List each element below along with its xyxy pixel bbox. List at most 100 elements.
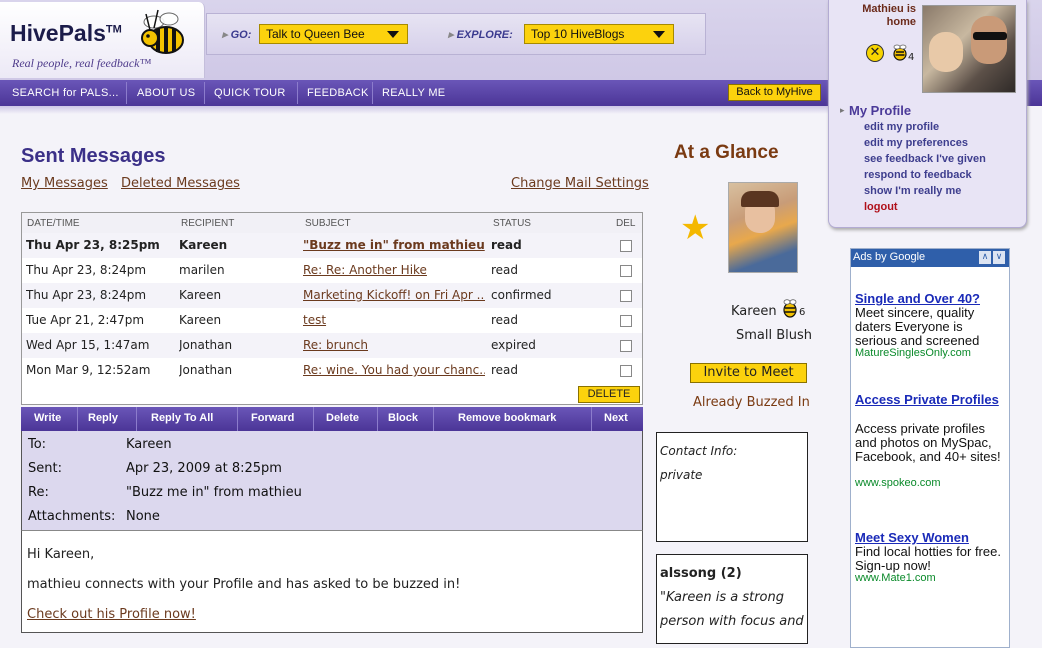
- go-select[interactable]: Talk to Queen Bee: [259, 24, 408, 44]
- logo[interactable]: HivePalsTM: [10, 20, 122, 47]
- row-checkbox[interactable]: [620, 290, 632, 302]
- edit-profile-link[interactable]: edit my profile: [864, 121, 939, 133]
- nav-about-us[interactable]: ABOUT US: [137, 87, 195, 99]
- ads-down-arrow-icon[interactable]: ∨: [993, 251, 1005, 264]
- row-subject-link[interactable]: test: [303, 313, 485, 327]
- row-recipient: Kareen: [179, 238, 228, 252]
- kareen-photo[interactable]: [728, 182, 798, 273]
- invite-to-meet-button[interactable]: Invite to Meet: [690, 363, 807, 383]
- remove-bookmark-button[interactable]: Remove bookmark: [458, 412, 556, 424]
- re-value: "Buzz me in" from mathieu: [126, 485, 302, 500]
- already-buzzed-status: Already Buzzed In: [693, 395, 810, 410]
- my-profile-heading[interactable]: My Profile: [849, 103, 911, 118]
- table-row[interactable]: Thu Apr 23, 8:24pm Kareen Marketing Kick…: [22, 283, 642, 308]
- quote-text-line1: "Kareen is a strong: [660, 590, 784, 605]
- close-x-icon[interactable]: ✕: [866, 44, 884, 62]
- table-row[interactable]: Wed Apr 15, 1:47am Jonathan Re: brunch e…: [22, 333, 642, 358]
- bee-logo-icon: [141, 9, 184, 54]
- go-bullet-icon: ▸: [222, 29, 231, 41]
- my-messages-link[interactable]: My Messages: [21, 176, 108, 191]
- kareen-hair: [741, 191, 779, 207]
- ad-url[interactable]: www.spokeo.com: [855, 477, 941, 489]
- quote-text-line2: person with focus and: [660, 614, 804, 629]
- edit-preferences-link[interactable]: edit my preferences: [864, 137, 968, 149]
- user-avatar[interactable]: [922, 5, 1016, 93]
- row-checkbox[interactable]: [620, 365, 632, 377]
- ad-url[interactable]: MatureSinglesOnly.com: [855, 347, 971, 359]
- ad-title[interactable]: Access Private Profiles: [855, 393, 1005, 407]
- back-to-myhive-button[interactable]: Back to MyHive: [728, 84, 821, 101]
- user-status: Mathieu is home: [838, 3, 916, 29]
- row-checkbox[interactable]: [620, 315, 632, 327]
- row-subject-link[interactable]: "Buzz me in" from mathieu: [303, 238, 485, 252]
- table-row[interactable]: Thu Apr 23, 8:25pm Kareen "Buzz me in" f…: [22, 233, 642, 258]
- reply-all-button[interactable]: Reply To All: [151, 412, 213, 424]
- col-subject[interactable]: SUBJECT: [305, 218, 351, 229]
- explore-select[interactable]: Top 10 HiveBlogs: [524, 24, 674, 44]
- delete-button[interactable]: DELETE: [578, 386, 640, 403]
- reply-button[interactable]: Reply: [88, 412, 118, 424]
- avatar-sunglasses: [973, 32, 1007, 40]
- block-button[interactable]: Block: [388, 412, 418, 424]
- nav-really-me[interactable]: REALLY ME: [382, 87, 445, 99]
- action-divider: [377, 407, 378, 431]
- row-subject-link[interactable]: Re: brunch: [303, 338, 485, 352]
- respond-feedback-link[interactable]: respond to feedback: [864, 169, 972, 181]
- nav-divider: [372, 82, 373, 104]
- main-nav: SEARCH for PALS... ABOUT US QUICK TOUR F…: [0, 80, 830, 106]
- row-date: Mon Mar 9, 12:52am: [26, 363, 151, 377]
- row-recipient: Kareen: [179, 313, 222, 327]
- table-row[interactable]: Tue Apr 21, 2:47pm Kareen test read: [22, 308, 642, 333]
- feedback-given-link[interactable]: see feedback I've given: [864, 153, 986, 165]
- nav-quick-tour[interactable]: QUICK TOUR: [214, 87, 286, 99]
- bee-icon: [783, 299, 797, 318]
- ad-title[interactable]: Meet Sexy Women: [855, 530, 969, 545]
- ad-url[interactable]: www.Mate1.com: [855, 572, 936, 584]
- next-button[interactable]: Next: [604, 412, 628, 424]
- row-subject-link[interactable]: Re: Re: Another Hike: [303, 263, 485, 277]
- write-button[interactable]: Write: [34, 412, 61, 424]
- message-greeting: Hi Kareen,: [27, 547, 95, 562]
- row-date: Tue Apr 21, 2:47pm: [26, 313, 145, 327]
- attachments-label: Attachments:: [28, 509, 116, 524]
- logout-link[interactable]: logout: [864, 201, 898, 213]
- nav-feedback[interactable]: FEEDBACK: [307, 87, 369, 99]
- delete-message-button[interactable]: Delete: [326, 412, 359, 424]
- check-profile-link[interactable]: Check out his Profile now!: [27, 607, 196, 622]
- row-recipient: Jonathan: [179, 338, 233, 352]
- star-icon: ★: [680, 208, 711, 248]
- explore-label: ▸ EXPLORE:: [448, 29, 513, 41]
- row-checkbox[interactable]: [620, 265, 632, 277]
- table-header: DATE/TIME RECIPIENT SUBJECT STATUS DEL: [22, 213, 642, 233]
- glance-user-name[interactable]: Kareen: [731, 304, 777, 319]
- nav-shadow: [0, 106, 830, 114]
- explore-bullet-icon: ▸: [448, 29, 457, 41]
- row-date: Thu Apr 23, 8:25pm: [26, 238, 160, 252]
- show-really-me-link[interactable]: show I'm really me: [864, 185, 961, 197]
- row-date: Wed Apr 15, 1:47am: [26, 338, 150, 352]
- ads-up-arrow-icon[interactable]: ∧: [979, 251, 991, 264]
- change-mail-settings-link[interactable]: Change Mail Settings: [511, 176, 649, 191]
- table-row[interactable]: Thu Apr 23, 8:24pm marilen Re: Re: Anoth…: [22, 258, 642, 283]
- deleted-messages-link[interactable]: Deleted Messages: [121, 176, 240, 191]
- glance-status: Small Blush: [736, 328, 813, 343]
- col-recipient[interactable]: RECIPIENT: [181, 218, 234, 229]
- action-divider: [77, 407, 78, 431]
- row-status: expired: [491, 338, 536, 352]
- nav-search-pals[interactable]: SEARCH for PALS...: [12, 87, 119, 99]
- row-subject-link[interactable]: Marketing Kickoff! on Fri Apr ...: [303, 288, 485, 302]
- at-a-glance-heading: At a Glance: [674, 142, 779, 163]
- row-checkbox[interactable]: [620, 340, 632, 352]
- table-row[interactable]: Mon Mar 9, 12:52am Jonathan Re: wine. Yo…: [22, 358, 642, 383]
- col-status[interactable]: STATUS: [493, 218, 531, 229]
- ads-by-google-label[interactable]: Ads by Google: [853, 251, 925, 263]
- row-subject-link[interactable]: Re: wine. You had your chanc...: [303, 363, 485, 377]
- re-label: Re:: [28, 485, 49, 500]
- avatar-man-face: [971, 16, 1007, 64]
- ad-description: Access private profiles and photos on My…: [855, 421, 1001, 464]
- ad-title[interactable]: Single and Over 40?: [855, 291, 980, 306]
- row-checkbox[interactable]: [620, 240, 632, 252]
- forward-button[interactable]: Forward: [251, 412, 294, 424]
- quote-author[interactable]: alssong (2): [660, 566, 742, 581]
- col-datetime[interactable]: DATE/TIME: [27, 218, 80, 229]
